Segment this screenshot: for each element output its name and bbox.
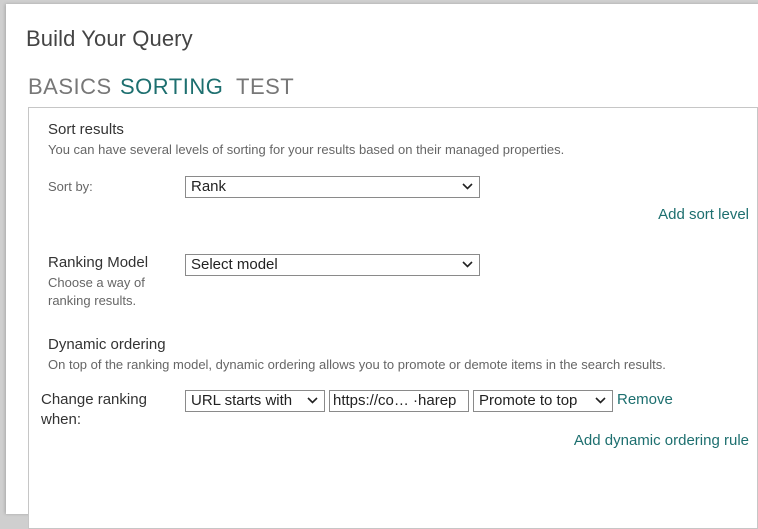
- ranking-model-desc-line2: ranking results.: [48, 293, 137, 308]
- add-dynamic-ordering-rule-link[interactable]: Add dynamic ordering rule: [574, 432, 749, 449]
- chevron-down-icon: [462, 261, 473, 268]
- url-input[interactable]: https://co… ·harep: [329, 390, 469, 412]
- condition-value: URL starts with: [191, 392, 293, 409]
- action-select[interactable]: Promote to top: [473, 390, 613, 412]
- ranking-model-value: Select model: [191, 256, 278, 273]
- chevron-down-icon: [307, 397, 318, 404]
- chevron-down-icon: [595, 397, 606, 404]
- ranking-model-heading: Ranking Model: [48, 254, 149, 271]
- change-ranking-label: Change ranking when:: [41, 390, 147, 430]
- tab-sorting[interactable]: SORTING: [120, 74, 223, 100]
- ranking-model-desc-line1: Choose a way of: [48, 275, 145, 290]
- sort-results-description: You can have several levels of sorting f…: [48, 142, 565, 157]
- action-value: Promote to top: [479, 392, 578, 409]
- ranking-model-select[interactable]: Select model: [185, 254, 480, 276]
- tab-basics[interactable]: BASICS: [28, 74, 112, 100]
- dynamic-ordering-description: On top of the ranking model, dynamic ord…: [48, 357, 666, 372]
- remove-rule-link[interactable]: Remove: [617, 391, 673, 408]
- sort-by-label: Sort by:: [48, 179, 93, 194]
- tab-test[interactable]: TEST: [236, 74, 294, 100]
- sort-results-heading: Sort results: [48, 121, 124, 138]
- change-ranking-line1: Change ranking: [41, 391, 147, 408]
- dialog-title: Build Your Query: [26, 26, 193, 51]
- sort-by-value: Rank: [191, 178, 227, 195]
- chevron-down-icon: [462, 183, 473, 190]
- sort-by-select[interactable]: Rank: [185, 176, 480, 198]
- change-ranking-line2: when:: [41, 411, 82, 428]
- condition-select[interactable]: URL starts with: [185, 390, 325, 412]
- add-sort-level-link[interactable]: Add sort level: [658, 206, 749, 223]
- build-query-dialog: Build Your Query BASICS SORTING TEST Sor…: [6, 4, 758, 529]
- sorting-panel: Sort results You can have several levels…: [28, 107, 758, 529]
- dynamic-ordering-heading: Dynamic ordering: [48, 336, 166, 353]
